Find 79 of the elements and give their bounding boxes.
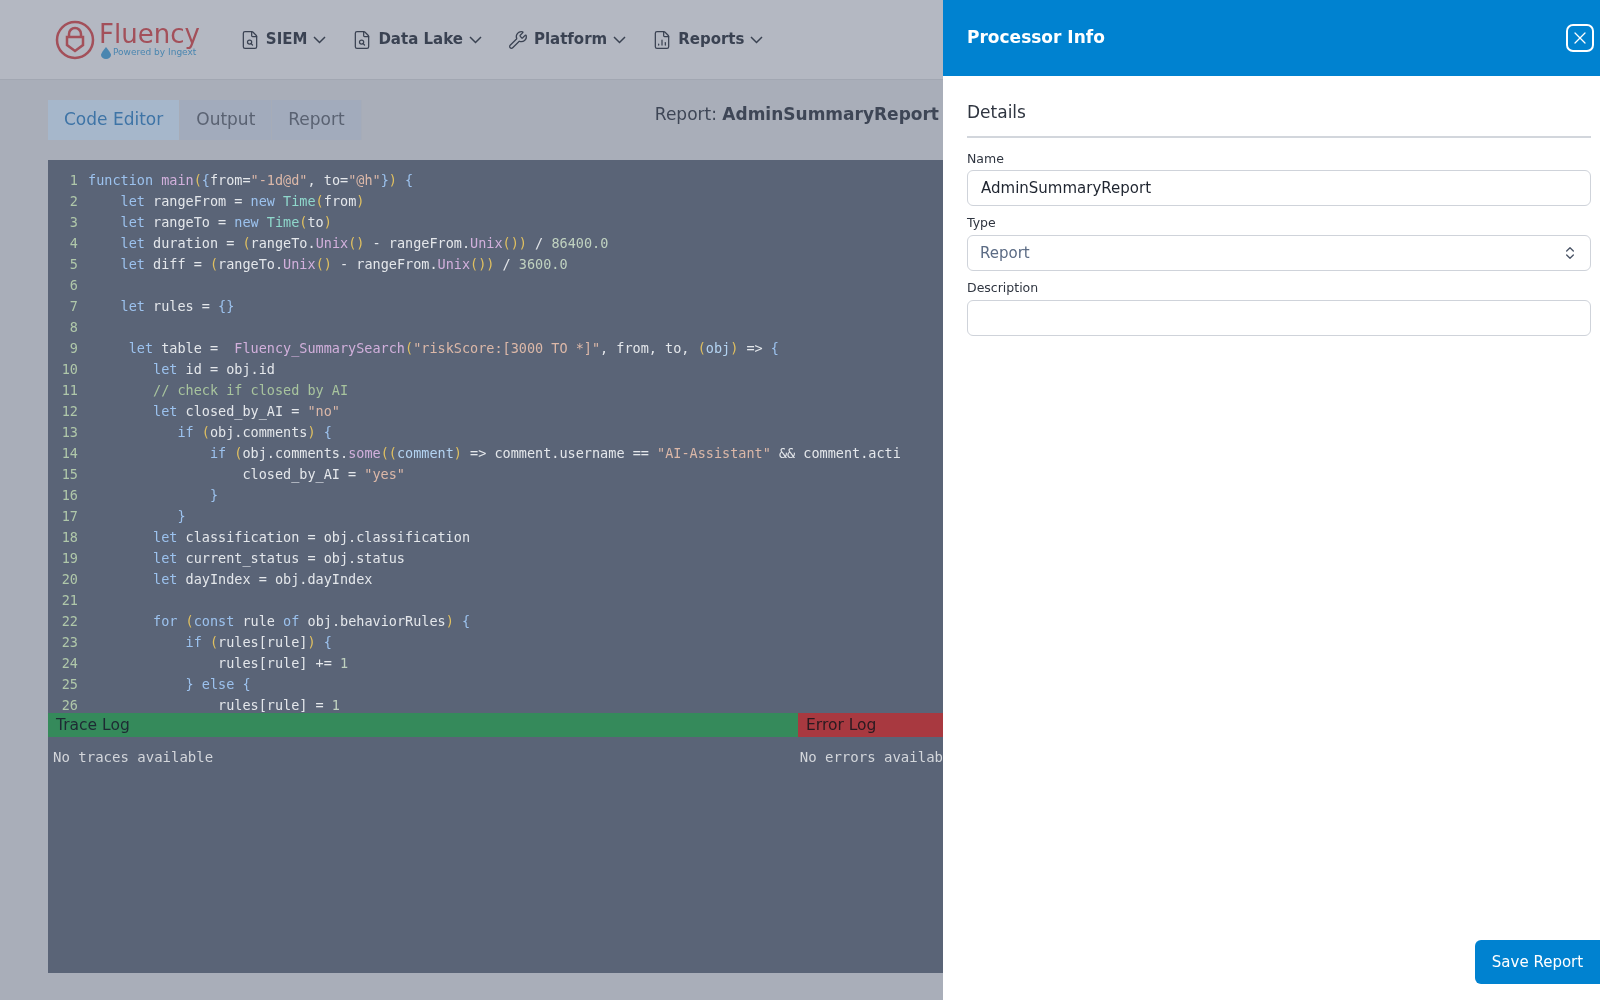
code-line: let current_status = obj.status — [152, 549, 405, 569]
code-line: if (obj.comments) { — [176, 423, 332, 442]
line-number: 4 — [68, 234, 78, 253]
code-line: let rules = {} — [119, 297, 235, 316]
editor-tab[interactable]: Report — [272, 100, 362, 140]
field-label: Description — [967, 279, 1040, 297]
code-line: for (const rule of obj.behaviorRules) { — [152, 612, 471, 631]
code-line: let rangeFrom = new Time(from) — [119, 192, 365, 211]
line-number: 11 — [60, 381, 78, 400]
code-line: let diff = (rangeTo.Unix() - rangeFrom.Unix()) / 3600.0 — [119, 255, 568, 274]
editor-tab[interactable]: Output — [180, 100, 273, 140]
line-number: 8 — [68, 318, 78, 337]
code-line: let id = obj.id — [152, 360, 275, 379]
line-number: 26 — [60, 696, 78, 713]
code-line: let closed_by_AI = "no" — [152, 402, 340, 422]
code-line: } — [208, 486, 219, 505]
line-number: 5 — [68, 255, 78, 274]
code-line: let table = Fluency_SummarySearch("riskScore:[3000 TO *]", from, to, (obj) => { — [127, 339, 779, 359]
code-line: closed_by_AI = "yes" — [241, 465, 405, 485]
code-line: } else { — [184, 675, 251, 694]
code-line: let dayIndex = obj.dayIndex — [152, 570, 373, 589]
type-select[interactable]: Report — [967, 235, 1591, 271]
line-number: 15 — [60, 465, 78, 484]
field-label: Type — [967, 214, 997, 233]
line-number: 13 — [60, 423, 78, 442]
close-button[interactable] — [1566, 24, 1594, 52]
trace-log-message: No traces available — [52, 748, 215, 767]
line-number: 14 — [60, 444, 78, 463]
shield-lock-icon — [55, 19, 95, 60]
line-number: 9 — [68, 339, 78, 358]
line-number: 12 — [60, 402, 78, 421]
error-log-message: No errors availab — [798, 748, 943, 767]
chevron-down-icon — [750, 35, 764, 44]
nav-menu-button[interactable]: Data Lake — [352, 28, 482, 51]
code-line: } — [176, 507, 186, 526]
code-line: if (obj.comments.some((comment) => comment.username == "AI-Assistant" && comment.acti — [208, 444, 901, 463]
wrench-icon — [507, 29, 528, 50]
line-number: 6 — [68, 276, 78, 295]
chevron-down-icon — [468, 35, 482, 44]
line-number: 2 — [68, 192, 78, 211]
logo-tagline: Powered by Ingext — [113, 48, 197, 57]
field-label: Name — [967, 149, 1005, 168]
line-number: 20 — [60, 570, 78, 589]
nav-menu-button[interactable]: SIEM — [239, 28, 327, 51]
select-value: Report — [980, 242, 1030, 264]
code-line: let duration = (rangeTo.Unix() - rangeFrom.Unix()) / 86400.0 — [119, 234, 609, 253]
text-field[interactable] — [967, 299, 1591, 336]
nav-menu-button[interactable]: Platform — [507, 28, 627, 51]
line-number: 7 — [68, 297, 78, 316]
line-number: 22 — [60, 612, 78, 631]
nav-menu-button[interactable]: Reports — [652, 28, 764, 51]
section-heading: Details — [967, 102, 1026, 122]
code-line: function main({from="-1d@d", to="@h"}) { — [88, 171, 414, 190]
trace-log-header: Trace Log — [48, 713, 798, 737]
chevron-down-icon — [613, 35, 627, 44]
code-line: let classification = obj.classification — [152, 528, 470, 547]
line-number: 23 — [60, 633, 78, 652]
save-report-button[interactable]: Save Report — [1475, 940, 1600, 984]
line-number: 19 — [60, 549, 78, 568]
line-number: 1 — [68, 171, 78, 190]
code-line: // check if closed by AI — [152, 381, 349, 400]
text-field[interactable]: AdminSummaryReport — [967, 170, 1591, 207]
drawer-title: Processor Info — [967, 26, 1105, 50]
line-number: 25 — [60, 675, 78, 694]
report-title: Report: AdminSummaryReport — [654, 103, 939, 127]
code-line: rules[rule] += 1 — [217, 654, 349, 673]
code-line: if (rules[rule]) { — [184, 633, 332, 652]
code-line: rules[rule] = 1 — [217, 696, 340, 713]
code-line: let rangeTo = new Time(to) — [119, 213, 332, 232]
logo-wordmark: Fluency — [99, 20, 200, 47]
line-number: 16 — [60, 486, 78, 505]
error-log-header: Error Log — [798, 713, 943, 737]
line-number: 3 — [68, 213, 78, 232]
line-number: 18 — [60, 528, 78, 547]
line-number: 24 — [60, 654, 78, 673]
chevron-down-icon — [313, 35, 327, 44]
line-number: 21 — [60, 591, 78, 610]
line-number: 10 — [60, 360, 78, 379]
line-number: 17 — [60, 507, 78, 526]
